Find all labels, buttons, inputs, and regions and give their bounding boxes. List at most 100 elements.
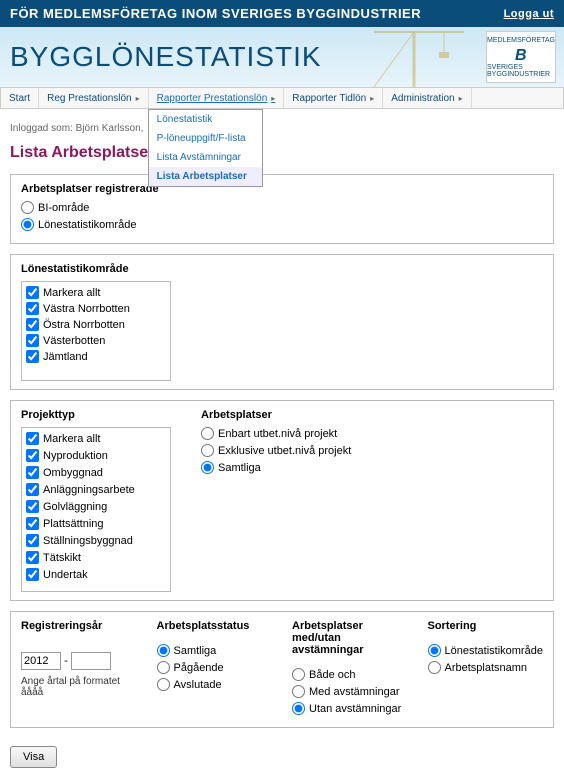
- check-undertak[interactable]: [26, 568, 39, 581]
- check-label: Anläggningsarbete: [43, 484, 135, 496]
- radio-label: Avslutade: [174, 679, 222, 691]
- dropdown-menu: LönestatistikP-löneuppgift/F-listaLista …: [148, 109, 263, 187]
- check-label: Västerbotten: [43, 335, 105, 347]
- menu-item-rapporter-tidlön[interactable]: Rapporter Tidlön▸: [284, 88, 383, 108]
- header-tagline: FÖR MEDLEMSFÖRETAG INOM SVERIGES BYGGIND…: [10, 6, 421, 21]
- radio-label: Samtliga: [174, 645, 217, 657]
- radio-l-nestatistikomr-de[interactable]: [428, 644, 441, 657]
- logo-icon: B: [511, 44, 531, 64]
- radio-arbetsplatsnamn[interactable]: [428, 661, 441, 674]
- logo: MEDLEMSFÖRETAG B SVERIGES BYGGINDUSTRIER: [486, 31, 556, 83]
- chevron-right-icon: ▸: [136, 94, 140, 103]
- dropdown-item-p-l-neuppgift-f-lista[interactable]: P-löneuppgift/F-lista: [149, 129, 262, 148]
- radio-label: Lönestatistikområde: [38, 219, 136, 231]
- menu-item-start[interactable]: Start: [1, 88, 39, 108]
- check-label: Markera allt: [43, 287, 100, 299]
- check-label: Undertak: [43, 569, 88, 581]
- check-nyproduktion[interactable]: [26, 449, 39, 462]
- radio-b-de-och[interactable]: [292, 668, 305, 681]
- year-from-input[interactable]: [21, 652, 61, 670]
- crane-decoration: [354, 27, 474, 87]
- logout-link[interactable]: Logga ut: [504, 8, 554, 20]
- menubar: StartReg Prestationslön▸Rapporter Presta…: [0, 87, 564, 109]
- banner: BYGGLÖNESTATISTIK MEDLEMSFÖRETAG B SVERI…: [0, 27, 564, 87]
- radio-enbart-utbet.niv-projekt[interactable]: [201, 427, 214, 440]
- radio-label: Samtliga: [218, 462, 261, 474]
- menu-item-reg-prestationslön[interactable]: Reg Prestationslön▸: [39, 88, 149, 108]
- radio-label: Pågående: [174, 662, 224, 674]
- check-label: Golvläggning: [43, 501, 107, 513]
- check-label: Ställningsbyggnad: [43, 535, 133, 547]
- status-title: Arbetsplatsstatus: [157, 620, 273, 632]
- radio-label: Med avstämningar: [309, 686, 400, 698]
- check--stra-norrbotten[interactable]: [26, 318, 39, 331]
- check-markera-allt[interactable]: [26, 432, 39, 445]
- radio-samtliga[interactable]: [201, 461, 214, 474]
- projecttype-listbox[interactable]: Markera allt Nyproduktion Ombyggnad Anläggn…: [21, 427, 171, 592]
- check-label: Jämtland: [43, 351, 88, 363]
- header-bar: FÖR MEDLEMSFÖRETAG INOM SVERIGES BYGGIND…: [0, 0, 564, 27]
- radio-samtliga[interactable]: [157, 644, 170, 657]
- logo-text-top: MEDLEMSFÖRETAG: [487, 37, 555, 44]
- year-separator: -: [64, 655, 68, 667]
- chevron-right-icon: ▸: [271, 94, 275, 103]
- check-label: Markera allt: [43, 433, 100, 445]
- chevron-right-icon: ▸: [370, 94, 374, 103]
- logged-in-text: Inloggad som: Björn Karlsson,: [10, 123, 554, 134]
- check-markera-allt[interactable]: [26, 286, 39, 299]
- check-label: Tätskikt: [43, 552, 81, 564]
- radio-label: BI-område: [38, 202, 89, 214]
- panel-area-title: Lönestatistikområde: [21, 263, 543, 275]
- panel-registered: Arbetsplatser registrerade BI-område Löne…: [10, 174, 554, 244]
- workplaces-title: Arbetsplatser: [201, 409, 351, 421]
- area-listbox[interactable]: Markera allt Västra Norrbotten Östra Norrb…: [21, 281, 171, 381]
- visa-button[interactable]: Visa: [10, 746, 57, 768]
- dropdown-item-lista-avst-mningar[interactable]: Lista Avstämningar: [149, 148, 262, 167]
- check-label: Plattsättning: [43, 518, 104, 530]
- svg-text:B: B: [515, 47, 527, 64]
- radio-p-g-ende[interactable]: [157, 661, 170, 674]
- avst-title: Arbetsplatser med/utan avstämningar: [292, 620, 408, 656]
- panel-registered-title: Arbetsplatser registrerade: [21, 183, 543, 195]
- radio-med-avst-mningar[interactable]: [292, 685, 305, 698]
- radio-utan-avst-mningar[interactable]: [292, 702, 305, 715]
- check-ombyggnad[interactable]: [26, 466, 39, 479]
- radio-label: Utan avstämningar: [309, 703, 401, 715]
- radio-label: Exklusive utbet.nivå projekt: [218, 445, 351, 457]
- menu-item-administration[interactable]: Administration▸: [383, 88, 471, 108]
- radio-label: Både och: [309, 669, 355, 681]
- brand-title: BYGGLÖNESTATISTIK: [10, 41, 322, 73]
- radio-avslutade[interactable]: [157, 678, 170, 691]
- radio-l-nestatistikomr-de[interactable]: [21, 218, 34, 231]
- regyear-title: Registreringsår: [21, 620, 137, 632]
- dropdown-item-lista-arbetsplatser[interactable]: Lista Arbetsplatser: [149, 167, 262, 186]
- radio-bi-omr-de[interactable]: [21, 201, 34, 214]
- check-platts-ttning[interactable]: [26, 517, 39, 530]
- logo-text-bottom: SVERIGES BYGGINDUSTRIER: [487, 64, 555, 78]
- check-v-sterbotten[interactable]: [26, 334, 39, 347]
- year-hint: Ange årtal på formatet åååå: [21, 676, 137, 698]
- check-j-mtland[interactable]: [26, 350, 39, 363]
- check-t-tskikt[interactable]: [26, 551, 39, 564]
- menu-item-rapporter-prestationslön[interactable]: Rapporter Prestationslön▸LönestatistikP-…: [149, 88, 285, 108]
- dropdown-item-l-nestatistik[interactable]: Lönestatistik: [149, 110, 262, 129]
- check-label: Västra Norrbotten: [43, 303, 130, 315]
- panel-project: Projekttyp Markera allt Nyproduktion Ombyg…: [10, 400, 554, 601]
- radio-label: Enbart utbet.nivå projekt: [218, 428, 337, 440]
- check-st-llningsbyggnad[interactable]: [26, 534, 39, 547]
- check-v-stra-norrbotten[interactable]: [26, 302, 39, 315]
- chevron-right-icon: ▸: [459, 94, 463, 103]
- panel-filters: Registreringsår - Ange årtal på formatet…: [10, 611, 554, 728]
- sort-title: Sortering: [428, 620, 544, 632]
- projecttype-title: Projekttyp: [21, 409, 171, 421]
- check-golvl-ggning[interactable]: [26, 500, 39, 513]
- radio-exklusive-utbet.niv-projekt[interactable]: [201, 444, 214, 457]
- year-to-input[interactable]: [71, 652, 111, 670]
- radio-label: Lönestatistikområde: [445, 645, 543, 657]
- panel-area: Lönestatistikområde Markera allt Västra N…: [10, 254, 554, 390]
- check-label: Nyproduktion: [43, 450, 108, 462]
- check-label: Ombyggnad: [43, 467, 103, 479]
- check-anl-ggningsarbete[interactable]: [26, 483, 39, 496]
- radio-label: Arbetsplatsnamn: [445, 662, 528, 674]
- check-label: Östra Norrbotten: [43, 319, 125, 331]
